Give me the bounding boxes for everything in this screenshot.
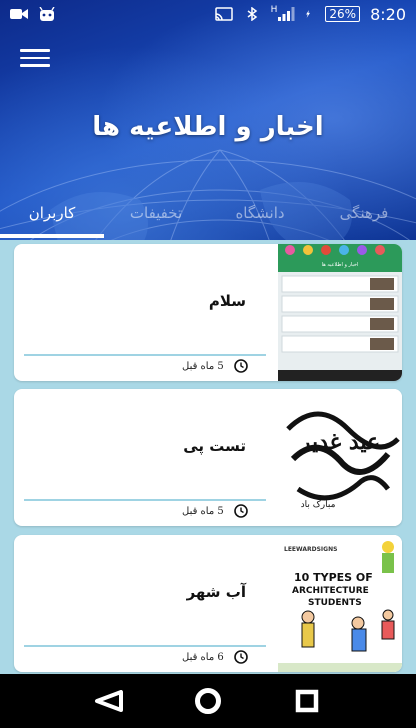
status-time: 8:20 — [370, 4, 406, 24]
news-title: آب شهر — [186, 583, 246, 601]
thumb-arch-title-2: ARCHITECTURE — [292, 586, 369, 596]
battery-level: 26% — [325, 6, 361, 22]
tab-discounts[interactable]: تخفیفات — [104, 186, 208, 240]
home-circle-icon[interactable] — [192, 685, 224, 717]
card-divider — [24, 645, 266, 647]
thumb-calligraphy-main: عید غدیر — [298, 429, 380, 455]
news-card[interactable]: عید غدیر مبارک باد تست پی 5 ماه قبل — [14, 389, 402, 526]
news-card[interactable]: اخبار و اطلاعیه ها سلام 5 ماه قبل — [14, 244, 402, 381]
hamburger-menu-icon[interactable] — [20, 44, 50, 72]
time-ago-label: 5 ماه قبل — [182, 505, 224, 517]
back-triangle-icon[interactable] — [93, 685, 125, 717]
tab-cultural[interactable]: فرهنگی — [312, 186, 416, 240]
clock-icon — [233, 359, 248, 373]
news-title: سلام — [208, 292, 246, 310]
tab-users[interactable]: کاربران — [0, 186, 104, 240]
news-timestamp: 6 ماه قبل — [182, 650, 248, 664]
status-bar: H 26% 8:20 — [0, 0, 416, 28]
charging-icon — [306, 10, 311, 18]
architecture-students-thumbnail: LEEWARDSIGNS 10 TYPES OF ARCHITECTURE ST… — [278, 535, 402, 672]
video-camera-icon — [10, 9, 28, 19]
card-divider — [24, 499, 266, 501]
tab-university[interactable]: دانشگاه — [208, 186, 312, 240]
news-card[interactable]: LEEWARDSIGNS 10 TYPES OF ARCHITECTURE ST… — [14, 535, 402, 672]
clock-icon — [233, 650, 248, 664]
recents-square-icon[interactable] — [291, 685, 323, 717]
category-tabs: کاربران تخفیفات دانشگاه فرهنگی — [0, 186, 416, 240]
news-timestamp: 5 ماه قبل — [182, 504, 248, 518]
thumb-app-header: اخبار و اطلاعیه ها — [322, 262, 359, 268]
thumb-arch-title-3: STUDENTS — [308, 598, 362, 608]
system-navigation-bar — [0, 674, 416, 728]
time-ago-label: 5 ماه قبل — [182, 360, 224, 372]
page-title: اخبار و اطلاعیه ها — [92, 112, 324, 142]
news-title: تست پی — [183, 437, 246, 455]
thumb-calligraphy-sub: مبارک باد — [301, 500, 336, 510]
signal-icon — [278, 7, 295, 21]
app-screenshot-thumbnail: اخبار و اطلاعیه ها — [278, 244, 402, 381]
news-list[interactable]: اخبار و اطلاعیه ها سلام 5 ماه قبل عید غد… — [0, 240, 416, 674]
thumb-arch-brand: LEEWARDSIGNS — [284, 546, 337, 553]
thumb-arch-title-1: 10 TYPES OF — [294, 571, 373, 584]
card-divider — [24, 354, 266, 356]
bluetooth-icon — [247, 7, 257, 21]
calligraphy-thumbnail: عید غدیر مبارک باد — [278, 389, 402, 526]
android-icon — [39, 7, 55, 21]
network-type-label: H — [270, 4, 278, 15]
time-ago-label: 6 ماه قبل — [182, 651, 224, 663]
news-timestamp: 5 ماه قبل — [182, 359, 248, 373]
cast-icon — [214, 7, 233, 21]
clock-icon — [233, 504, 248, 518]
